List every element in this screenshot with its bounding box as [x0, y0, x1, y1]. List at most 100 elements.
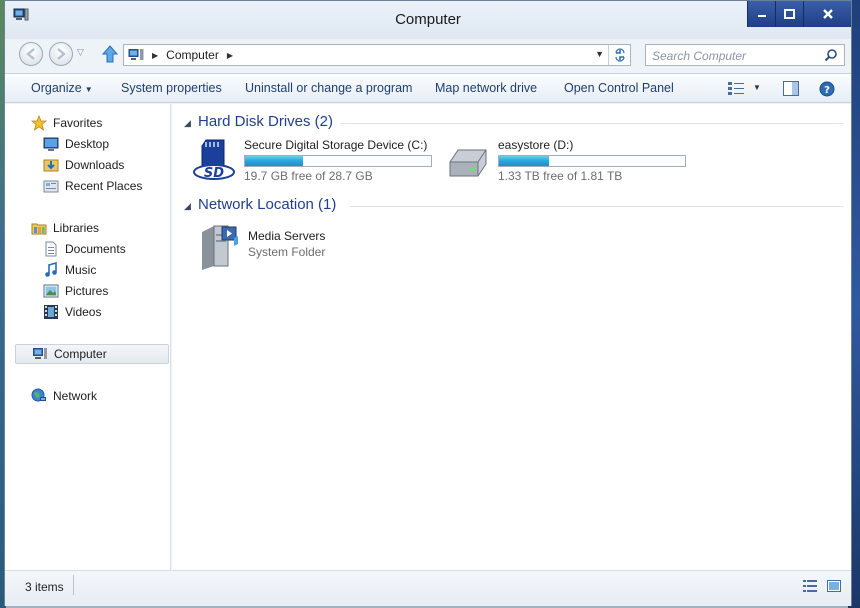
search-icon[interactable] [824, 48, 838, 62]
network-item-media-servers[interactable]: Media Servers System Folder [196, 224, 396, 272]
group-title: Hard Disk Drives (2) [198, 113, 334, 130]
help-icon[interactable]: ? [819, 81, 835, 97]
maximize-button[interactable] [775, 1, 803, 27]
preview-pane-icon[interactable] [783, 81, 799, 96]
up-arrow-icon[interactable] [101, 44, 119, 64]
minimize-button[interactable] [747, 1, 775, 27]
breadcrumb-chevron-icon[interactable]: ▶ [152, 51, 158, 60]
sidebar-item-desktop[interactable]: Desktop [5, 134, 169, 154]
drive-usage-fill [245, 156, 303, 166]
sidebar-item-music[interactable]: Music [5, 260, 169, 280]
sidebar-item-downloads[interactable]: Downloads [5, 155, 169, 175]
sidebar-item-label: Desktop [65, 137, 110, 151]
content-pane: ◢ Hard Disk Drives (2) SD Secure Digital… [172, 104, 851, 570]
group-divider [340, 123, 844, 124]
sidebar-item-label: Downloads [65, 158, 125, 172]
sidebar-item-documents[interactable]: Documents [5, 239, 169, 259]
command-bar: Organize ▼ System properties Uninstall or… [5, 73, 851, 103]
drive-free-space: 1.33 TB free of 1.81 TB [498, 169, 623, 183]
sidebar-item-label: Documents [65, 242, 126, 256]
sidebar-item-recent-places[interactable]: Recent Places [5, 176, 169, 196]
sidebar-item-favorites[interactable]: Favorites [5, 113, 169, 133]
sidebar-item-libraries[interactable]: Libraries [5, 218, 169, 238]
search-input[interactable]: Search Computer [645, 44, 845, 66]
drive-usage-bar [244, 155, 432, 167]
breadcrumb-computer[interactable]: Computer [166, 48, 219, 62]
drive-name: easystore (D:) [498, 138, 574, 152]
computer-icon [33, 348, 47, 359]
collapse-triangle-icon[interactable]: ◢ [184, 118, 191, 129]
map-network-drive-button[interactable]: Map network drive [435, 81, 537, 95]
drive-c[interactable]: SD Secure Digital Storage Device (C:) 19… [192, 138, 432, 183]
sidebar-item-label: Pictures [65, 284, 109, 298]
search-placeholder: Search Computer [652, 49, 747, 63]
sidebar-item-label: Computer [54, 347, 107, 361]
close-icon [822, 9, 833, 19]
status-bar: 3 items [5, 570, 851, 606]
pictures-icon [43, 284, 59, 298]
group-divider [350, 206, 844, 207]
status-divider [73, 575, 74, 595]
title-bar[interactable]: Computer [5, 1, 851, 39]
media-server-icon [202, 225, 238, 270]
sidebar-item-pictures[interactable]: Pictures [5, 281, 169, 301]
sidebar-item-computer[interactable]: Computer [15, 344, 169, 364]
organize-button[interactable]: Organize ▼ [31, 81, 93, 95]
address-dropdown-icon[interactable]: ▼ [595, 49, 604, 59]
chevron-down-icon: ▼ [84, 85, 93, 94]
item-count: 3 items [25, 580, 64, 594]
navigation-pane: Favorites Desktop Downloads Recent Place… [5, 104, 171, 570]
large-icons-view-icon[interactable] [827, 580, 841, 592]
address-bar[interactable]: ▶ Computer ▶ ▼ [123, 44, 631, 66]
music-icon [45, 262, 57, 277]
forward-arrow-icon [57, 48, 66, 60]
breadcrumb-chevron-icon[interactable]: ▶ [227, 51, 233, 60]
group-header-network-location[interactable]: ◢ Network Location (1) [180, 196, 844, 216]
drive-usage-bar [498, 155, 686, 167]
recent-pages-dropdown[interactable]: ▽ [77, 47, 84, 58]
drive-usage-fill [499, 156, 550, 166]
sd-card-drive-icon: SD [193, 139, 235, 181]
sidebar-item-label: Recent Places [65, 179, 143, 193]
back-arrow-icon [26, 48, 35, 60]
details-view-icon[interactable] [803, 580, 817, 592]
svg-text:SD: SD [204, 166, 224, 181]
sidebar-item-label: Favorites [53, 116, 103, 130]
back-button[interactable] [19, 42, 43, 66]
sidebar-item-label: Videos [65, 305, 102, 319]
sidebar-item-network[interactable]: Network [5, 386, 169, 406]
hard-drive-icon [449, 149, 487, 177]
videos-icon [44, 305, 58, 319]
network-item-type: System Folder [248, 245, 326, 259]
explorer-window: Computer ▽ ▶ Computer ▶ ▼ Search Compute… [4, 0, 852, 606]
documents-icon [45, 241, 57, 257]
close-button[interactable] [803, 1, 851, 27]
sidebar-item-label: Network [53, 389, 98, 403]
downloads-icon [43, 159, 59, 172]
forward-button[interactable] [49, 42, 73, 66]
svg-text:?: ? [824, 85, 830, 96]
refresh-button[interactable] [608, 45, 630, 65]
drive-free-space: 19.7 GB free of 28.7 GB [244, 169, 373, 183]
open-control-panel-button[interactable]: Open Control Panel [564, 81, 674, 95]
minimize-icon [757, 15, 766, 17]
uninstall-program-button[interactable]: Uninstall or change a program [245, 81, 412, 95]
organize-label: Organize [31, 81, 82, 95]
window-controls [747, 1, 851, 27]
computer-icon [128, 49, 144, 60]
navigation-bar: ▽ ▶ Computer ▶ ▼ Search Computer [5, 39, 851, 69]
sidebar-item-videos[interactable]: Videos [5, 302, 169, 322]
view-options-dropdown-icon[interactable]: ▼ [753, 83, 761, 92]
star-icon [31, 115, 47, 131]
network-icon [31, 388, 46, 402]
collapse-triangle-icon[interactable]: ◢ [184, 201, 191, 212]
drive-d[interactable]: easystore (D:) 1.33 TB free of 1.81 TB [446, 138, 690, 183]
refresh-icon [614, 48, 625, 62]
network-item-name: Media Servers [248, 229, 326, 243]
system-properties-button[interactable]: System properties [121, 81, 222, 95]
group-title: Network Location (1) [198, 196, 337, 213]
drive-name: Secure Digital Storage Device (C:) [244, 138, 428, 152]
group-header-hard-disk-drives[interactable]: ◢ Hard Disk Drives (2) [180, 113, 844, 133]
change-view-icon[interactable] [727, 81, 745, 95]
sidebar-item-label: Libraries [53, 221, 100, 235]
